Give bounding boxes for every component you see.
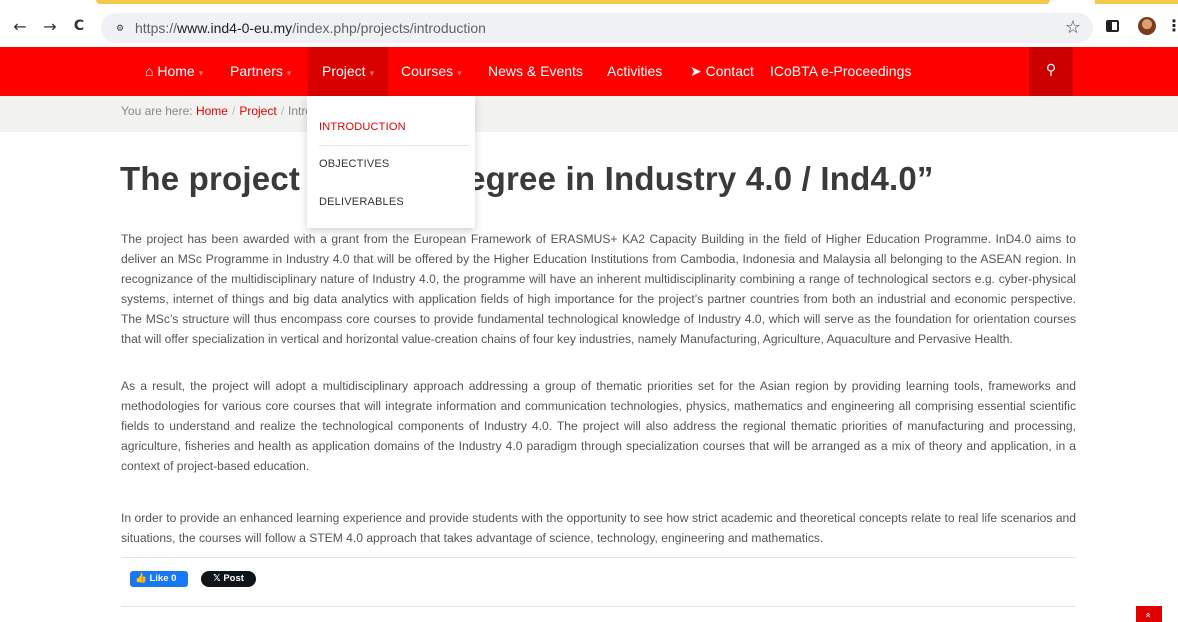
main-navigation: ⌂ Home ▾ Partners ▾ Project ▾ Courses ▾ News… <box>0 47 1178 96</box>
nav-home-label: Home <box>157 63 195 79</box>
back-icon[interactable]: ← <box>11 17 29 36</box>
double-chevron-up-icon: » <box>1143 611 1154 619</box>
nav-home[interactable]: ⌂ Home ▾ <box>145 47 203 96</box>
forward-icon[interactable]: → <box>41 17 59 36</box>
dropdown-item-objectives[interactable]: OBJECTIVES <box>319 158 389 170</box>
divider <box>121 557 1076 558</box>
chevron-down-icon: ▾ <box>198 68 204 78</box>
nav-project-label: Project <box>322 63 366 79</box>
breadcrumb-home[interactable]: Home <box>196 104 228 118</box>
facebook-like-button[interactable]: 👍 Like 0 <box>130 571 188 587</box>
nav-icobta[interactable]: ICoBTA e-Proceedings <box>770 47 911 96</box>
paper-plane-icon: ➤ <box>690 63 702 79</box>
side-panel-icon[interactable] <box>1106 20 1119 32</box>
like-label: Like 0 <box>149 573 177 584</box>
breadcrumb-separator: / <box>231 104 236 118</box>
thumbs-up-icon: 👍 <box>135 573 147 584</box>
browser-menu-icon[interactable]: ⋮ <box>1166 16 1178 36</box>
profile-avatar[interactable] <box>1138 17 1156 35</box>
nav-contact[interactable]: ➤ Contact <box>690 47 754 96</box>
paragraph-3: In order to provide an enhanced learning… <box>121 511 1076 545</box>
nav-courses-label: Courses <box>401 63 454 79</box>
nav-courses[interactable]: Courses ▾ <box>401 47 462 96</box>
browser-toolbar: ← → C ⚙ https://www.ind4-0-eu.my/index.p… <box>0 0 1178 47</box>
breadcrumb-project[interactable]: Project <box>239 104 276 118</box>
search-icon[interactable]: ⚲ <box>1029 47 1073 96</box>
project-dropdown-menu: INTRODUCTION OBJECTIVES DELIVERABLES <box>307 96 475 228</box>
bookmark-star-icon[interactable]: ☆ <box>1065 17 1081 38</box>
nav-activities[interactable]: Activities <box>607 47 662 96</box>
chevron-down-icon: ▾ <box>369 68 375 78</box>
nav-partners[interactable]: Partners ▾ <box>230 47 291 96</box>
scroll-to-top-button[interactable]: » <box>1136 606 1162 622</box>
reload-icon[interactable]: C <box>70 17 88 35</box>
dropdown-item-introduction[interactable]: INTRODUCTION <box>319 121 406 133</box>
dropdown-divider <box>319 145 469 146</box>
tab-indicator-right <box>1095 0 1178 4</box>
home-icon: ⌂ <box>145 63 154 79</box>
nav-partners-label: Partners <box>230 63 283 79</box>
address-bar[interactable]: ⚙ https://www.ind4-0-eu.my/index.php/pro… <box>101 13 1093 43</box>
divider <box>121 606 1076 607</box>
chevron-down-icon: ▾ <box>286 68 292 78</box>
dropdown-item-deliverables[interactable]: DELIVERABLES <box>319 196 404 208</box>
paragraph-2: As a result, the project will adopt a mu… <box>121 379 1076 473</box>
chevron-down-icon: ▾ <box>457 68 462 78</box>
paragraph-1: The project has been awarded with a gran… <box>121 232 1076 346</box>
breadcrumb-separator: / <box>280 104 285 118</box>
nav-project[interactable]: Project ▾ <box>308 47 389 96</box>
site-info-icon[interactable]: ⚙ <box>112 20 128 36</box>
tab-indicator <box>96 0 1050 4</box>
url-text[interactable]: https://www.ind4-0-eu.my/index.php/proje… <box>135 20 486 36</box>
breadcrumb-prefix: You are here: <box>121 104 193 118</box>
nav-news-events[interactable]: News & Events <box>488 47 583 96</box>
x-post-button[interactable]: 𝕏 Post <box>201 571 256 587</box>
nav-contact-label: Contact <box>705 63 754 79</box>
page-title: The project “Master Degree in Industry 4… <box>120 160 934 197</box>
breadcrumb-bar: You are here: Home/Project/Introduction <box>0 96 1178 132</box>
